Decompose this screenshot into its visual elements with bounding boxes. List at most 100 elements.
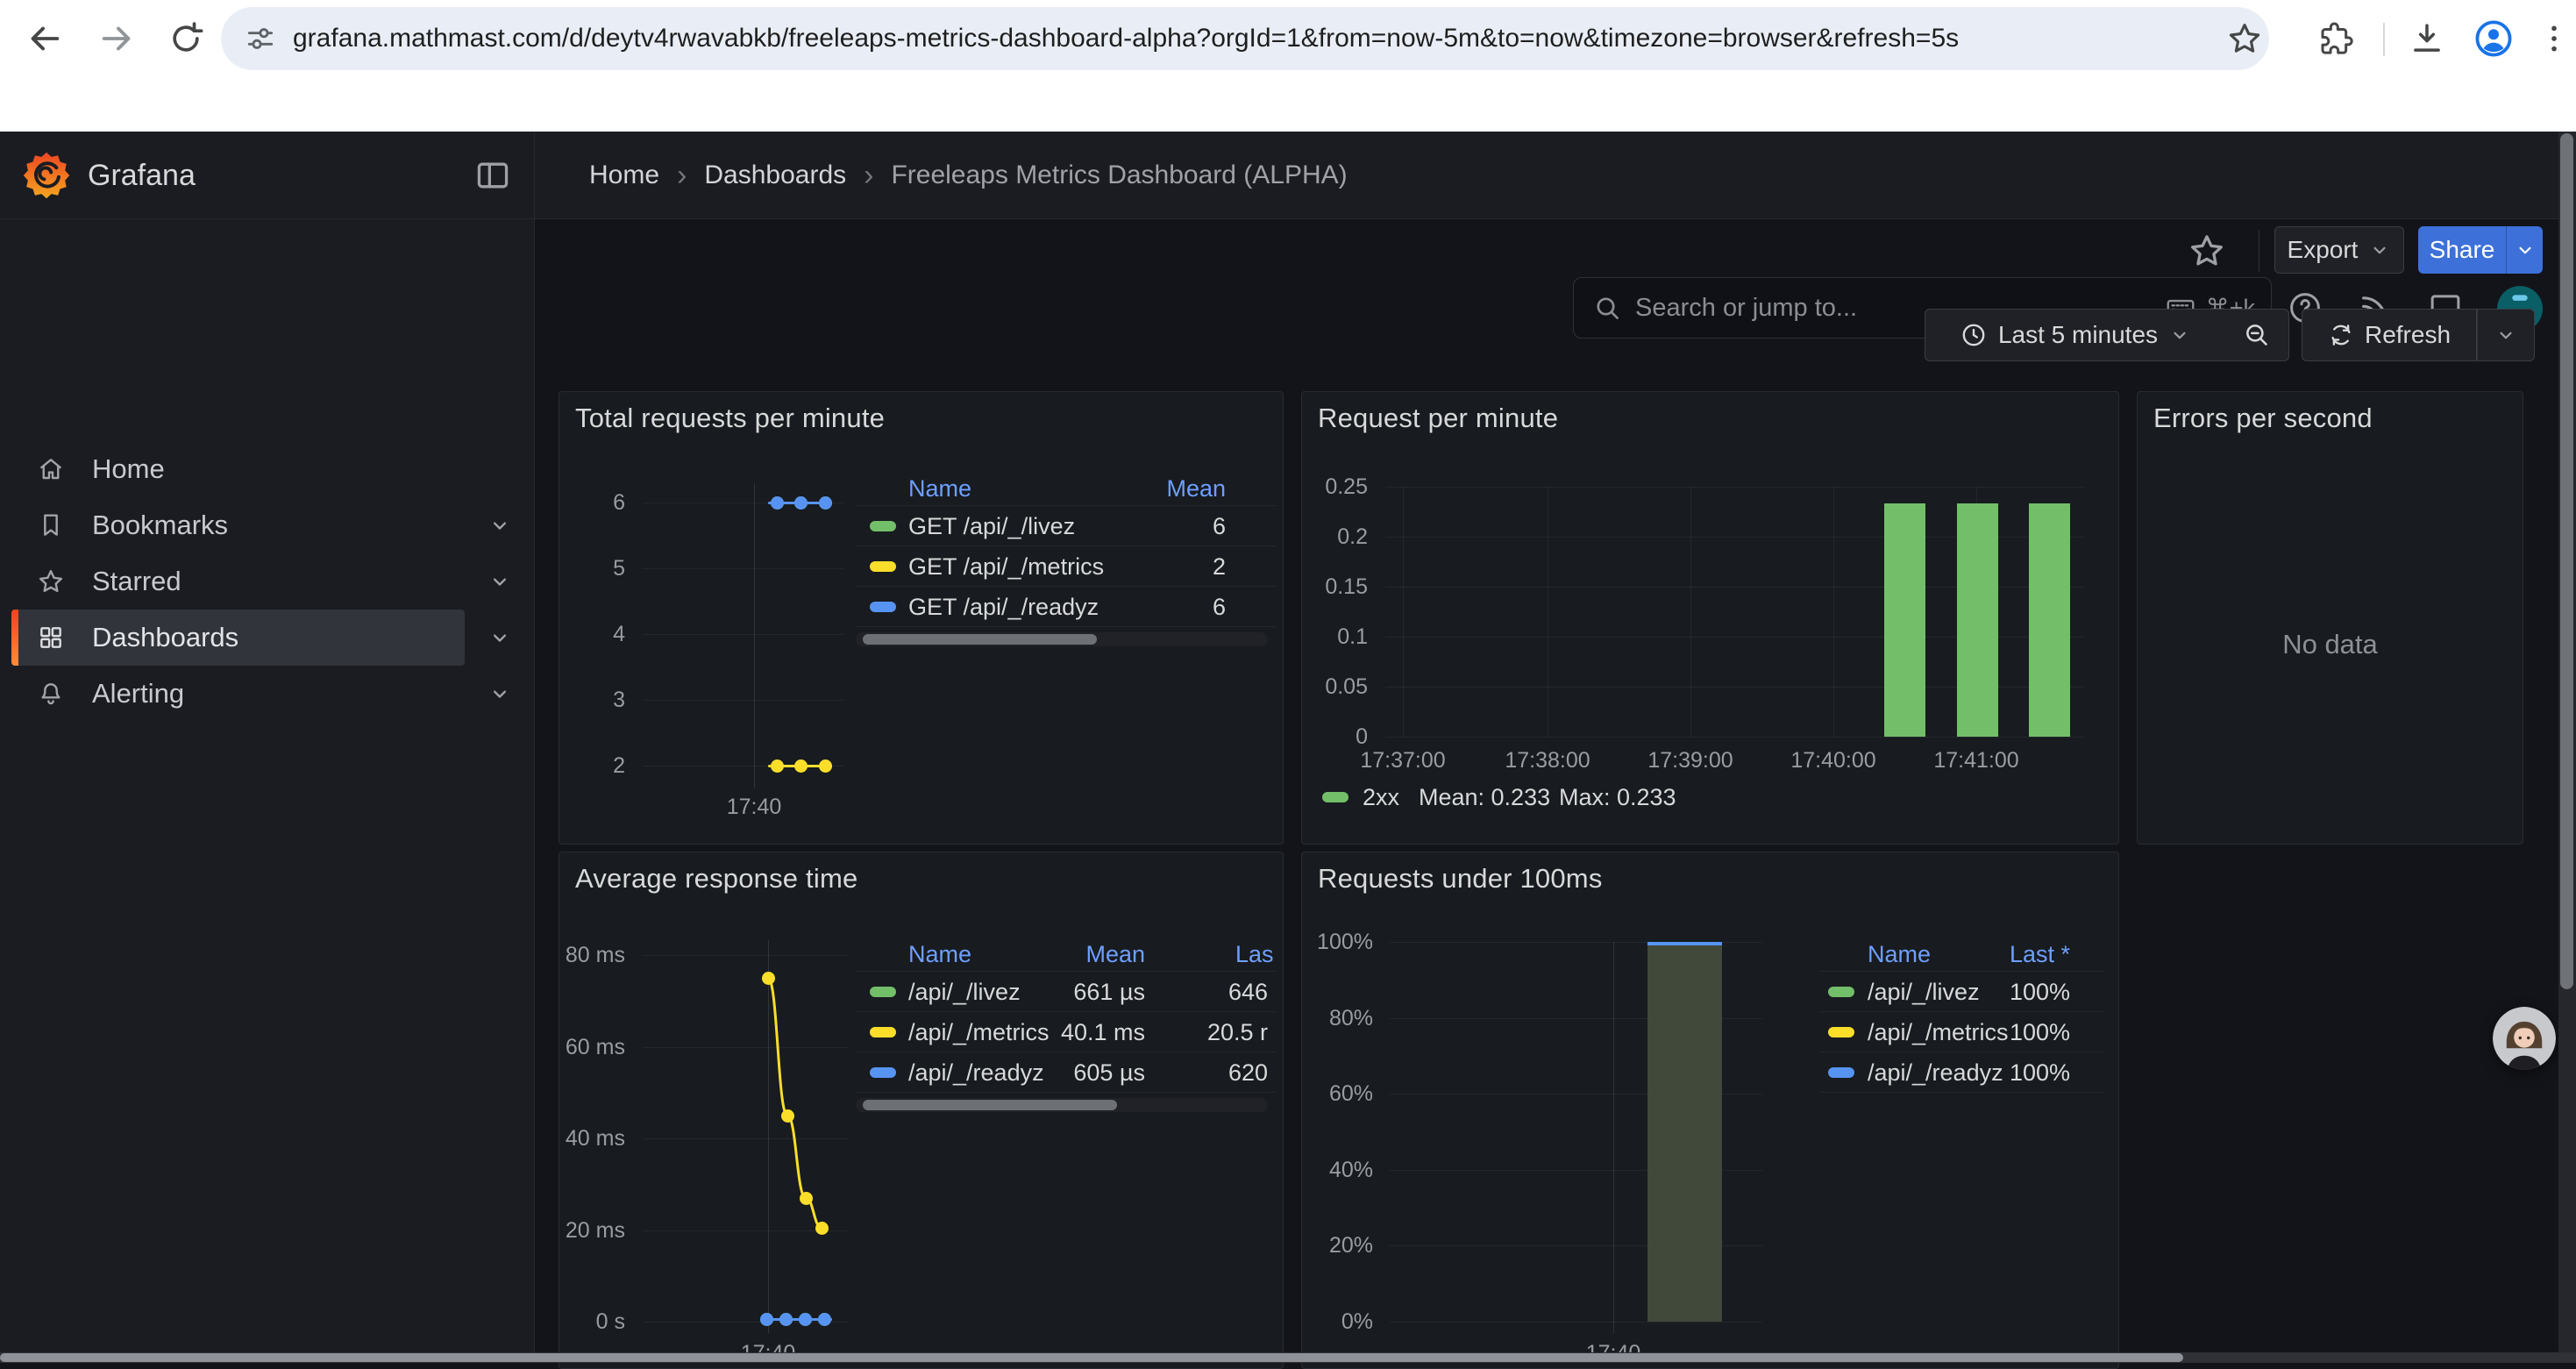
- export-label: Export: [2288, 236, 2359, 264]
- request-per-minute-chart[interactable]: 0.250.20.150.10.05017:37:0017:38:0017:39…: [1302, 392, 2118, 844]
- puzzle-icon: [2318, 21, 2353, 56]
- profile-icon: [2473, 18, 2515, 60]
- grafana-nav: Grafana Home › Dashboards › Freeleaps Me…: [0, 132, 2576, 219]
- gridline: [643, 634, 844, 635]
- table-row: /api/_/readyz 100%: [1819, 1052, 2105, 1092]
- data-point: [771, 759, 784, 773]
- url-bar[interactable]: grafana.mathmast.com/d/deytv4rwavabkb/fr…: [221, 7, 2269, 70]
- browser-menu-button[interactable]: [2534, 14, 2574, 63]
- export-button[interactable]: Export: [2274, 226, 2404, 274]
- data-point: [819, 759, 832, 773]
- forward-button[interactable]: [93, 14, 142, 63]
- y-axis-tick-label: 0.15: [1302, 574, 1368, 600]
- table-scrollbar-thumb[interactable]: [863, 1100, 1117, 1110]
- y-axis-tick-label: 20%: [1302, 1232, 1373, 1258]
- column-header-name[interactable]: Name: [1868, 938, 1931, 971]
- table-scrollbar[interactable]: [856, 1098, 1268, 1112]
- sidebar-item-alerting[interactable]: Alerting: [0, 666, 535, 722]
- brand-title[interactable]: Grafana: [88, 159, 196, 193]
- column-header-name[interactable]: Name: [908, 473, 971, 505]
- requests-under-100ms-chart[interactable]: 100%80%60%40%20%0%17:40: [1302, 852, 2118, 1368]
- sidebar-item-dashboards[interactable]: Dashboards: [0, 610, 535, 666]
- series-name[interactable]: /api/_/livez: [908, 972, 1021, 1012]
- nav-brand-section: Grafana: [0, 132, 535, 219]
- column-header-mean[interactable]: Mean: [1103, 473, 1226, 505]
- profile-button[interactable]: [2469, 14, 2518, 63]
- sidebar-item-label: Home: [92, 441, 165, 497]
- favorite-dashboard-button[interactable]: [2188, 232, 2226, 270]
- series-color-pill: [1828, 1027, 1854, 1037]
- back-icon: [24, 18, 64, 59]
- browser-toolbar: grafana.mathmast.com/d/deytv4rwavabkb/fr…: [0, 0, 2576, 77]
- chevron-down-icon: [487, 513, 512, 538]
- table-row: /api/_/livez 100%: [1819, 971, 2105, 1011]
- series-color-pill: [870, 521, 896, 531]
- bookmark-star-button[interactable]: [2220, 14, 2269, 63]
- series-name[interactable]: GET /api/_/readyz: [908, 587, 1099, 627]
- data-point: [781, 1109, 794, 1123]
- reload-icon: [167, 19, 205, 58]
- sidebar-item-starred[interactable]: Starred: [0, 553, 535, 610]
- legend-series-name[interactable]: 2xx: [1363, 784, 1399, 810]
- clock-icon: [1960, 321, 1988, 349]
- sidebar-toggle-button[interactable]: [473, 156, 512, 195]
- panel-average-response-time: Average response time 80 ms60 ms40 ms20 …: [559, 852, 1284, 1369]
- table-row: GET /api/_/metrics 2: [856, 545, 1277, 586]
- refresh-button[interactable]: Refresh: [2302, 309, 2477, 361]
- column-header-last[interactable]: Las: [1235, 938, 1274, 971]
- assistant-avatar[interactable]: [2493, 1007, 2556, 1070]
- column-header-mean[interactable]: Mean: [1022, 938, 1145, 971]
- panel-title[interactable]: Errors per second: [2153, 403, 2373, 434]
- downloads-button[interactable]: [2402, 14, 2451, 63]
- table-separator: [856, 1092, 1277, 1093]
- sidebar-item-home[interactable]: Home: [0, 441, 535, 497]
- series-last: 620: [1163, 1052, 1268, 1093]
- share-button[interactable]: Share: [2418, 226, 2506, 274]
- horizontal-scrollbar-thumb[interactable]: [0, 1353, 2183, 1362]
- series-color-pill: [870, 1027, 896, 1037]
- time-range-picker[interactable]: Last 5 minutes: [1925, 309, 2226, 361]
- data-point: [794, 759, 808, 773]
- forward-icon: [97, 18, 138, 59]
- panel-total-requests-per-minute: Total requests per minute 6543217:40 Nam…: [559, 391, 1284, 845]
- legend-table-header: Name Mean: [856, 473, 1277, 505]
- breadcrumb-separator: ›: [677, 162, 687, 189]
- vertical-scrollbar-thumb[interactable]: [2560, 133, 2573, 989]
- site-settings-icon[interactable]: [244, 22, 277, 55]
- back-button[interactable]: [19, 14, 68, 63]
- gridline: [1613, 942, 1614, 1333]
- column-header-name[interactable]: Name: [908, 938, 971, 971]
- column-header-last[interactable]: Last *: [1947, 938, 2070, 971]
- share-dropdown-button[interactable]: [2506, 226, 2543, 274]
- x-axis-tick-label: 17:38:00: [1477, 747, 1618, 774]
- bar: [1884, 503, 1925, 737]
- series-name[interactable]: GET /api/_/livez: [908, 506, 1075, 546]
- legend-max: Max: 0.233: [1559, 784, 1676, 810]
- gridline: [643, 568, 844, 569]
- series-name[interactable]: GET /api/_/metrics: [908, 546, 1104, 587]
- y-axis-tick-label: 5: [559, 555, 625, 581]
- extensions-button[interactable]: [2311, 14, 2360, 63]
- sidebar-item-label: Alerting: [92, 666, 184, 722]
- breadcrumb-home[interactable]: Home: [589, 160, 659, 190]
- grafana-logo[interactable]: [22, 151, 71, 200]
- sidebar-item-label: Dashboards: [92, 610, 238, 666]
- refresh-interval-dropdown[interactable]: [2477, 309, 2535, 361]
- table-scrollbar[interactable]: [856, 632, 1268, 646]
- breadcrumb-dashboards[interactable]: Dashboards: [704, 160, 846, 190]
- table-scrollbar-thumb[interactable]: [863, 634, 1097, 645]
- time-range-label: Last 5 minutes: [1998, 321, 2158, 349]
- y-axis-tick-label: 0.2: [1302, 524, 1368, 550]
- zoom-out-time-button[interactable]: [2225, 309, 2289, 361]
- search-icon: [1591, 292, 1623, 324]
- chevron-down-icon: [487, 625, 512, 650]
- data-point: [760, 1313, 773, 1326]
- sidebar-item-bookmarks[interactable]: Bookmarks: [0, 497, 535, 553]
- bell-icon: [37, 680, 65, 708]
- reload-button[interactable]: [161, 14, 210, 63]
- table-separator: [1819, 1092, 2105, 1093]
- refresh-label: Refresh: [2365, 321, 2451, 349]
- series-mean: 661 µs: [1022, 972, 1145, 1012]
- x-axis-tick-label: 17:41:00: [1906, 747, 2046, 774]
- series-color-pill: [870, 602, 896, 612]
